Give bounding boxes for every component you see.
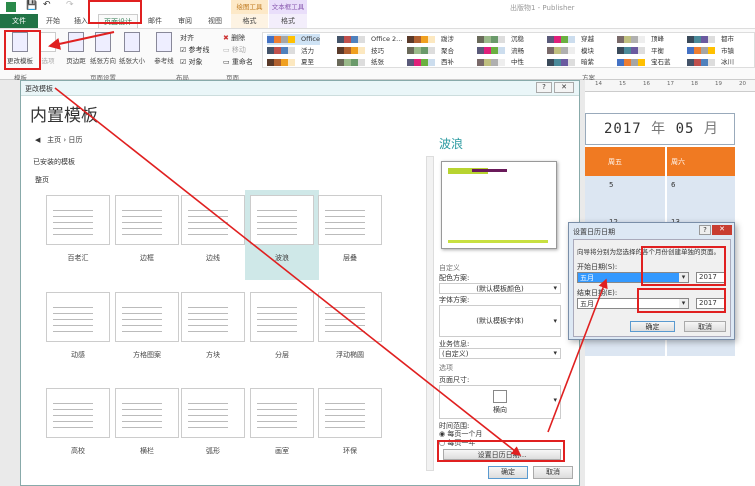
arrow-to-date-dialog [547, 278, 608, 433]
arrow-to-change-template [48, 31, 115, 50]
annotation-arrows [48, 31, 608, 456]
arrow-to-set-dates [54, 87, 522, 456]
